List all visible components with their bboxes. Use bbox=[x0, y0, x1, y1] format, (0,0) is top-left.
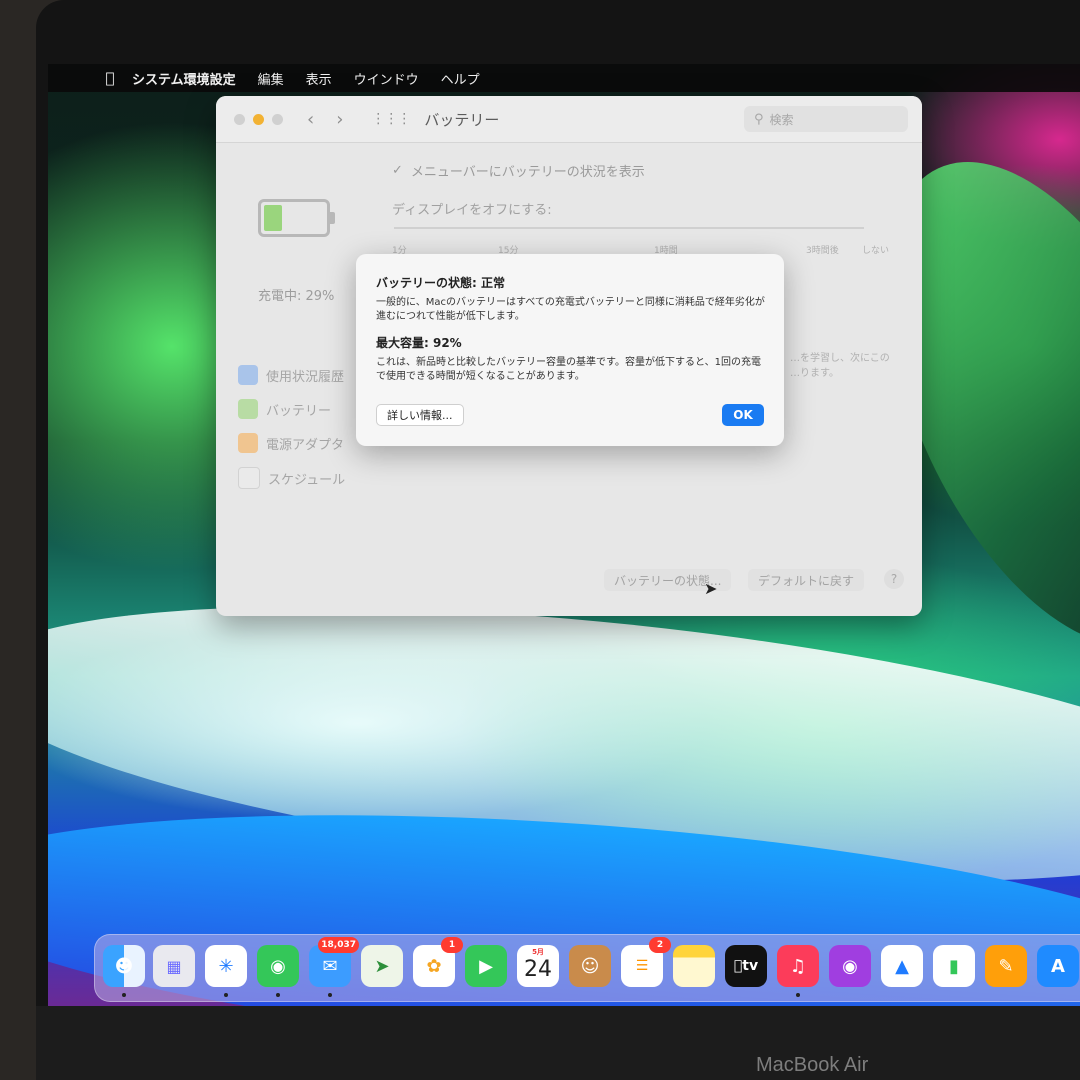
running-indicator bbox=[328, 993, 332, 997]
traffic-lights bbox=[234, 113, 283, 125]
window-titlebar: ‹ › ⋮⋮⋮ バッテリー ⚲ 検索 bbox=[216, 96, 922, 143]
ok-button[interactable]: OK bbox=[722, 404, 764, 426]
reminders-badge: 2 bbox=[649, 937, 671, 953]
capacity-description: これは、新品時と比較したバッテリー容量の基準です。容量が低下すると、1回の充電で… bbox=[376, 357, 761, 382]
sidebar-item-label: スケジュール bbox=[268, 472, 346, 488]
menu-bar:  システム環境設定 編集 表示 ウインドウ ヘルプ bbox=[48, 64, 1080, 92]
running-indicator bbox=[796, 993, 800, 997]
zoom-window-button[interactable] bbox=[272, 113, 283, 125]
calendar-icon[interactable]: 5月 24 bbox=[517, 945, 559, 987]
calendar-month: 5月 bbox=[532, 948, 544, 956]
sidebar-item-usage-history[interactable]: 使用状況履歴 bbox=[238, 365, 345, 385]
finder-icon[interactable]: ☻ bbox=[103, 945, 145, 987]
help-button[interactable]: ? bbox=[884, 569, 904, 589]
battery-health-dialog: バッテリーの状態: 正常 一般的に、Macのバッテリーはすべての充電式バッテリー… bbox=[356, 254, 784, 446]
sidebar-item-label: 電源アダプタ bbox=[266, 437, 345, 453]
maps-icon[interactable]: ➤ bbox=[361, 945, 403, 987]
apple-tv-icon[interactable]: tv bbox=[725, 945, 767, 987]
max-capacity-label: 最大容量: 92% bbox=[376, 336, 462, 350]
learning-text-line: …を学習し、次にこの bbox=[790, 353, 890, 364]
photos-icon[interactable]: ✿ 1 bbox=[413, 937, 463, 987]
mail-icon[interactable]: ✉ 18,037 bbox=[309, 937, 359, 987]
running-indicator bbox=[122, 993, 126, 997]
numbers-icon[interactable]: ▮ bbox=[933, 945, 975, 987]
sidebar-item-label: バッテリー bbox=[266, 403, 332, 419]
sidebar-item-power-adapter[interactable]: 電源アダプタ bbox=[238, 433, 345, 453]
checkbox-label: メニューバーにバッテリーの状況を表示 bbox=[410, 165, 645, 180]
dock: ☻ ▦ ✳ ◉ ✉ 18,037 ➤ ✿ 1 ▶ 5月 24 ☺ ☰ 2 tv… bbox=[94, 934, 1080, 1002]
dialog-description: 一般的に、Macのバッテリーはすべての充電式バッテリーと同様に消耗品で経年劣化が… bbox=[376, 297, 765, 322]
back-arrow-icon[interactable]: ‹ bbox=[307, 109, 314, 130]
sidebar-item-label: 使用状況履歴 bbox=[266, 369, 345, 385]
chart-icon bbox=[238, 365, 258, 385]
search-field[interactable]: ⚲ 検索 bbox=[744, 106, 908, 132]
battery-icon bbox=[258, 199, 335, 237]
mail-badge: 18,037 bbox=[318, 937, 359, 953]
calendar-icon bbox=[238, 467, 260, 489]
app-store-icon[interactable]: A bbox=[1037, 945, 1079, 987]
battery-fill bbox=[264, 205, 282, 231]
menu-help[interactable]: ヘルプ bbox=[441, 69, 480, 88]
learning-description: …を学習し、次にこの …ります。 bbox=[790, 351, 890, 381]
menu-window[interactable]: ウインドウ bbox=[354, 69, 419, 88]
display-off-slider[interactable] bbox=[394, 227, 864, 229]
keynote-icon[interactable]: ▲ bbox=[881, 945, 923, 987]
macbook-air-label: MacBook Air bbox=[756, 1054, 869, 1076]
menu-system-preferences[interactable]: システム環境設定 bbox=[132, 69, 236, 88]
running-indicator bbox=[224, 993, 228, 997]
window-title: バッテリー bbox=[424, 110, 500, 129]
pages-icon[interactable]: ✎ bbox=[985, 945, 1027, 987]
battery-nub bbox=[330, 212, 335, 224]
safari-icon[interactable]: ✳ bbox=[205, 945, 247, 987]
launchpad-icon[interactable]: ▦ bbox=[153, 945, 195, 987]
sidebar-item-schedule[interactable]: スケジュール bbox=[238, 467, 345, 489]
slider-label: 3時間後 bbox=[806, 246, 839, 256]
forward-arrow-icon[interactable]: › bbox=[336, 109, 343, 130]
facetime-icon[interactable]: ▶ bbox=[465, 945, 507, 987]
search-icon: ⚲ bbox=[754, 111, 764, 127]
calendar-day: 24 bbox=[524, 957, 552, 982]
charge-status: 充電中: 29% bbox=[258, 289, 335, 304]
minimize-window-button[interactable] bbox=[253, 113, 264, 125]
close-window-button[interactable] bbox=[234, 113, 245, 125]
lightning-icon bbox=[238, 433, 258, 453]
podcasts-icon[interactable]: ◉ bbox=[829, 945, 871, 987]
desktop-screen:  システム環境設定 編集 表示 ウインドウ ヘルプ ‹ › ⋮⋮⋮ バッテリー… bbox=[48, 64, 1080, 1006]
laptop-bottom-bezel bbox=[36, 1006, 1080, 1080]
tv-label: tv bbox=[738, 958, 758, 974]
messages-icon[interactable]: ◉ bbox=[257, 945, 299, 987]
menu-view[interactable]: 表示 bbox=[306, 69, 332, 88]
show-all-grid-icon[interactable]: ⋮⋮⋮ bbox=[371, 111, 411, 127]
photos-badge: 1 bbox=[441, 937, 463, 953]
search-placeholder: 検索 bbox=[769, 112, 794, 127]
mouse-cursor-icon: ➤ bbox=[704, 579, 718, 598]
display-off-label: ディスプレイをオフにする: bbox=[392, 203, 552, 218]
notes-icon[interactable] bbox=[673, 945, 715, 987]
running-indicator bbox=[276, 993, 280, 997]
slider-label: しない bbox=[862, 246, 890, 256]
battery-small-icon bbox=[238, 399, 258, 419]
music-icon[interactable]: ♫ bbox=[777, 945, 819, 987]
checkmark-icon: ✓ bbox=[392, 163, 403, 178]
restore-defaults-button[interactable]: デフォルトに戻す bbox=[748, 569, 865, 591]
menu-edit[interactable]: 編集 bbox=[258, 69, 284, 88]
learning-text-line: …ります。 bbox=[790, 368, 839, 379]
show-menu-status-checkbox[interactable]: ✓ メニューバーにバッテリーの状況を表示 bbox=[392, 161, 645, 180]
sidebar-item-battery[interactable]: バッテリー bbox=[238, 399, 345, 419]
contacts-icon[interactable]: ☺ bbox=[569, 945, 611, 987]
more-info-button[interactable]: 詳しい情報... bbox=[376, 404, 464, 426]
reminders-icon[interactable]: ☰ 2 bbox=[621, 937, 671, 987]
dialog-title: バッテリーの状態: 正常 bbox=[376, 276, 505, 290]
sidebar: 使用状況履歴 バッテリー 電源アダプタ スケジュール bbox=[238, 365, 345, 503]
apple-menu-icon[interactable]:  bbox=[88, 69, 132, 87]
